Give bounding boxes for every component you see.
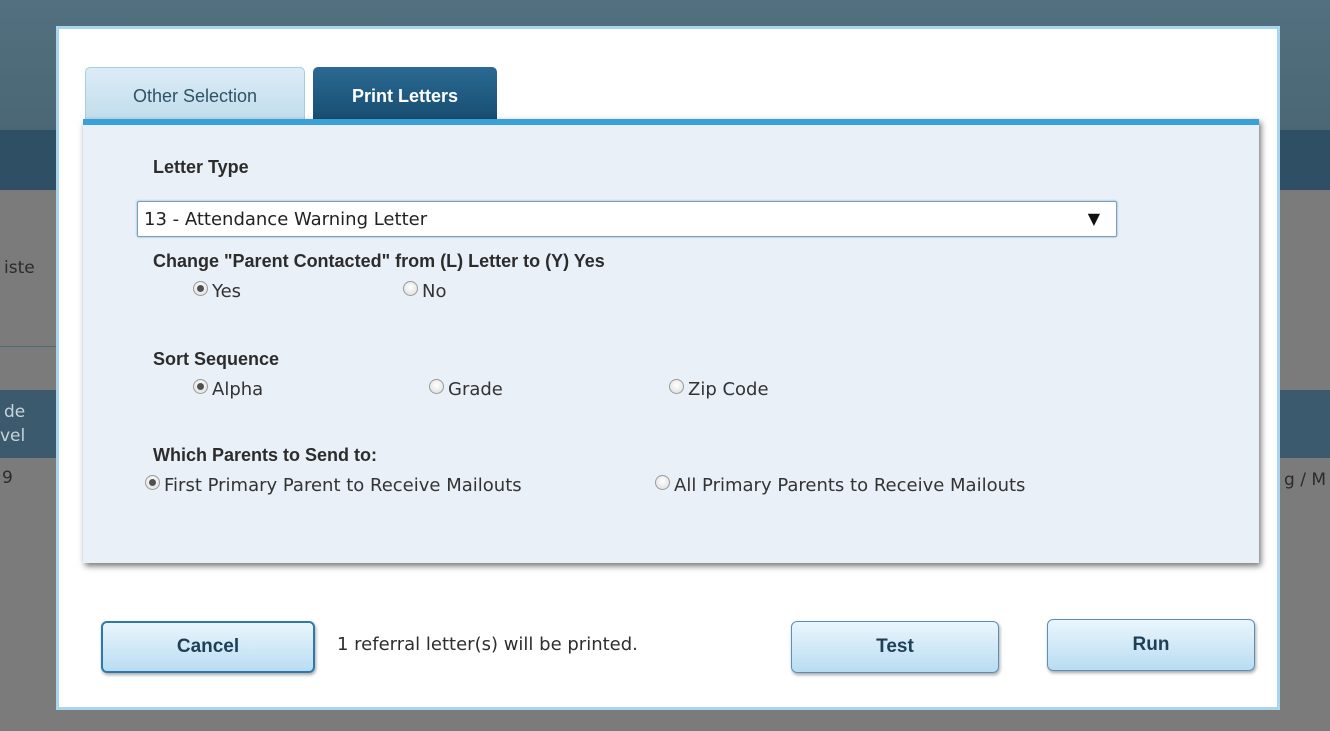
sort-grade-radio[interactable] bbox=[429, 379, 444, 394]
dropdown-arrow-icon: ▼ bbox=[1087, 209, 1100, 228]
test-button[interactable]: Test bbox=[791, 621, 999, 673]
sort-sequence-label: Sort Sequence bbox=[153, 349, 280, 369]
first-primary-parent-label: First Primary Parent to Receive Mailouts bbox=[164, 475, 522, 496]
parent-contacted-no-label: No bbox=[422, 281, 447, 302]
sort-grade-label: Grade bbox=[448, 379, 503, 400]
parent-contacted-no-radio[interactable] bbox=[403, 281, 418, 296]
sort-zip-code-option[interactable]: Zip Code bbox=[669, 379, 769, 400]
background-cell-partial: 9 bbox=[2, 468, 13, 488]
sort-alpha-option[interactable]: Alpha bbox=[193, 379, 263, 400]
background-column-header-partial-2: vel bbox=[0, 426, 26, 446]
parent-contacted-no-option[interactable]: No bbox=[403, 281, 446, 302]
print-letters-dialog: Other Selection Print Letters Letter Typ… bbox=[56, 26, 1280, 710]
background-partial-label: iste bbox=[4, 258, 35, 278]
letter-type-select[interactable]: 13 - Attendance Warning Letter ▼ bbox=[137, 201, 1117, 237]
sort-zip-code-radio[interactable] bbox=[669, 379, 684, 394]
parent-contacted-label: Change "Parent Contacted" from (L) Lette… bbox=[153, 251, 605, 271]
first-primary-parent-radio[interactable] bbox=[145, 475, 160, 490]
run-button[interactable]: Run bbox=[1047, 619, 1255, 671]
tab-print-letters[interactable]: Print Letters bbox=[313, 67, 497, 125]
sort-alpha-radio[interactable] bbox=[193, 379, 208, 394]
parent-contacted-yes-radio[interactable] bbox=[193, 281, 208, 296]
print-letters-panel: Letter Type 13 - Attendance Warning Lett… bbox=[83, 119, 1259, 563]
all-primary-parents-label: All Primary Parents to Receive Mailouts bbox=[674, 475, 1026, 496]
letter-type-value: 13 - Attendance Warning Letter bbox=[144, 208, 428, 230]
first-primary-parent-option[interactable]: First Primary Parent to Receive Mailouts bbox=[145, 475, 522, 496]
background-cell-partial-right: g / M bbox=[1284, 470, 1326, 490]
background-field-line bbox=[0, 346, 56, 347]
parent-contacted-yes-label: Yes bbox=[212, 281, 242, 302]
status-message: 1 referral letter(s) will be printed. bbox=[337, 634, 638, 655]
background-column-header-partial: de bbox=[4, 402, 26, 422]
all-primary-parents-option[interactable]: All Primary Parents to Receive Mailouts bbox=[655, 475, 1025, 496]
cancel-button[interactable]: Cancel bbox=[101, 621, 315, 673]
tab-other-selection[interactable]: Other Selection bbox=[85, 67, 305, 125]
letter-type-label: Letter Type bbox=[153, 157, 249, 177]
sort-grade-option[interactable]: Grade bbox=[429, 379, 503, 400]
all-primary-parents-radio[interactable] bbox=[655, 475, 670, 490]
which-parents-label: Which Parents to Send to: bbox=[153, 445, 378, 465]
parent-contacted-yes-option[interactable]: Yes bbox=[193, 281, 241, 302]
sort-zip-code-label: Zip Code bbox=[688, 379, 769, 400]
sort-alpha-label: Alpha bbox=[212, 379, 264, 400]
